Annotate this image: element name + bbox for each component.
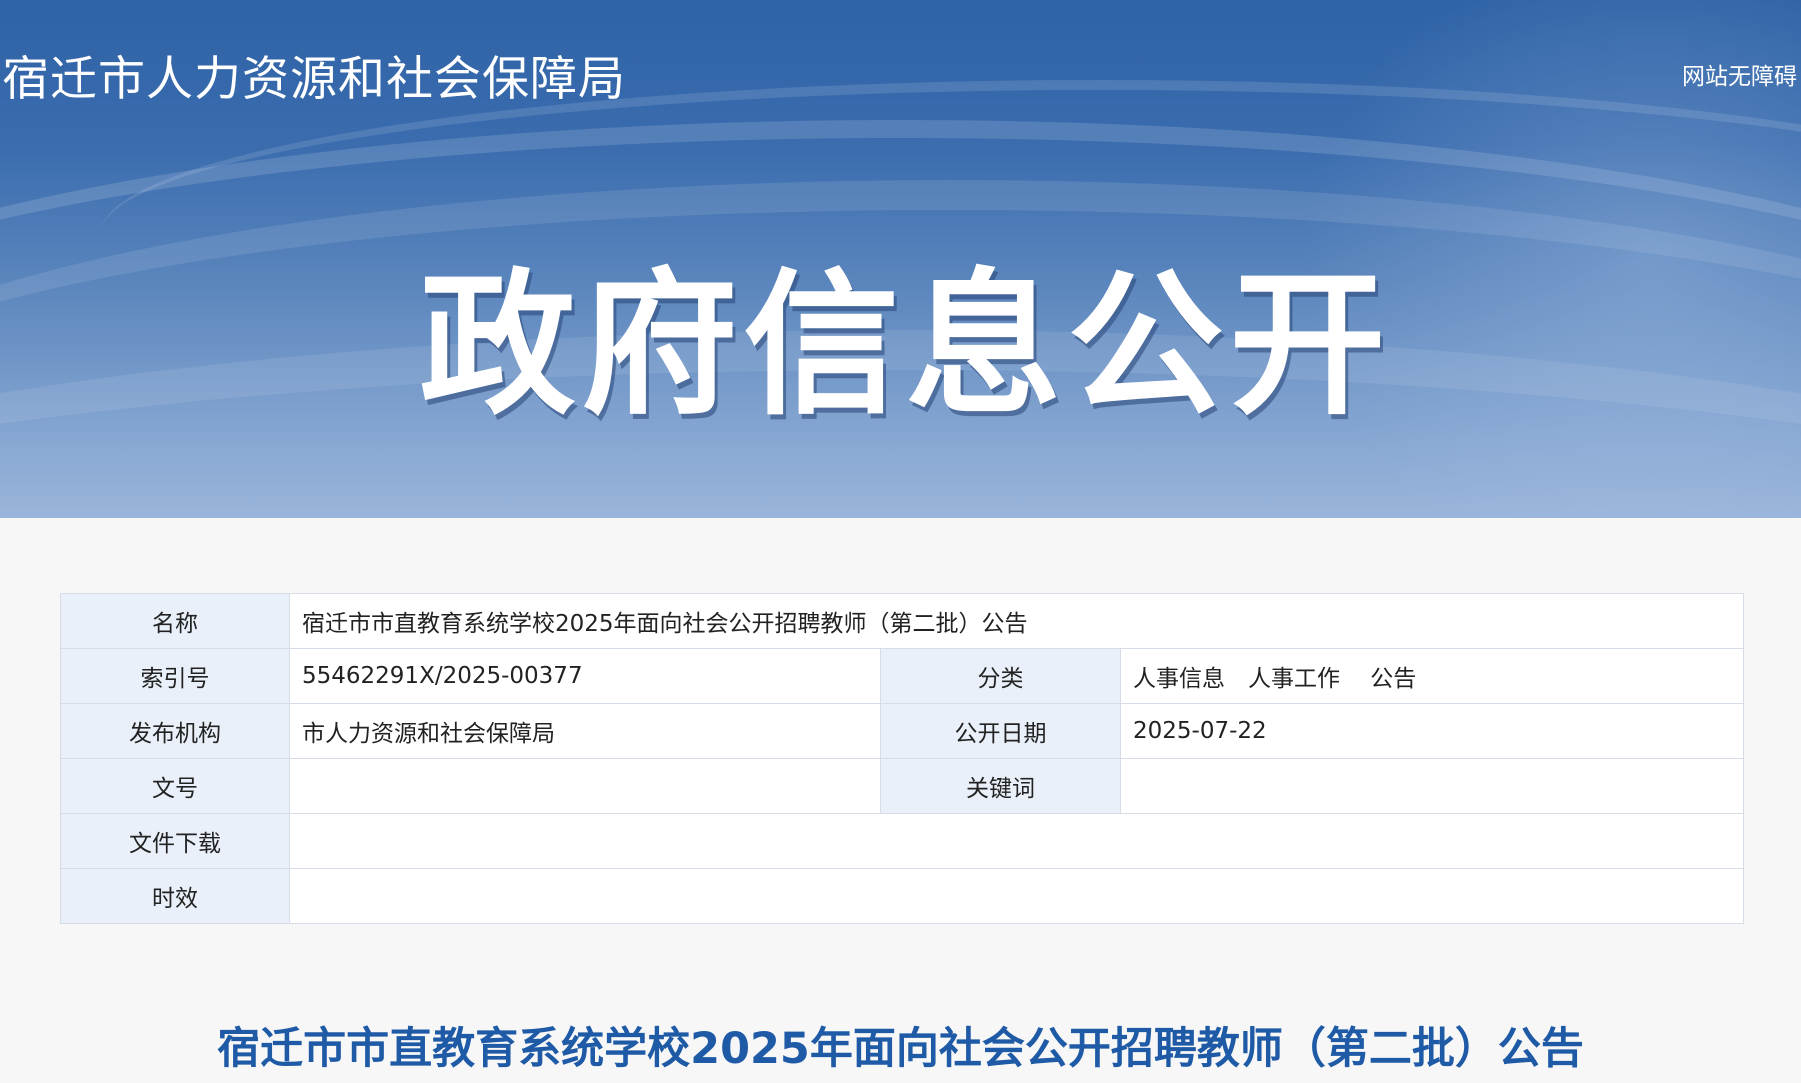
index-label: 索引号 [60, 648, 290, 704]
file-download-label: 文件下载 [60, 813, 290, 869]
validity-value [288, 868, 1745, 924]
table-row: 发布机构 市人力资源和社会保障局 公开日期 2025-07-22 [60, 703, 1745, 759]
keywords-label: 关键词 [880, 758, 1121, 814]
category-label: 分类 [880, 648, 1121, 704]
name-label: 名称 [60, 593, 290, 649]
publisher-label: 发布机构 [60, 703, 290, 759]
file-download-value[interactable] [288, 813, 1745, 869]
table-row: 索引号 55462291X/2025-00377 分类 人事信息 人事工作 公告 [60, 648, 1745, 704]
date-label: 公开日期 [880, 703, 1121, 759]
banner-heading: 政府信息公开 [419, 254, 1392, 436]
index-value: 55462291X/2025-00377 [289, 648, 881, 704]
accessibility-link[interactable]: 网站无障碍 [1682, 57, 1797, 91]
info-table: 名称 宿迁市市直教育系统学校2025年面向社会公开招聘教师（第二批）公告 索引号… [60, 593, 1745, 924]
category-value: 人事信息 人事工作 公告 [1119, 648, 1745, 704]
name-value: 宿迁市市直教育系统学校2025年面向社会公开招聘教师（第二批）公告 [288, 593, 1745, 649]
banner: 宿迁市人力资源和社会保障局 网站无障碍 政府信息公开 [0, 0, 1801, 518]
site-title[interactable]: 宿迁市人力资源和社会保障局 [2, 40, 626, 109]
date-value: 2025-07-22 [1119, 703, 1745, 759]
table-row: 文号 关键词 [60, 758, 1745, 814]
table-row: 文件下载 [60, 813, 1745, 869]
content-area: 名称 宿迁市市直教育系统学校2025年面向社会公开招聘教师（第二批）公告 索引号… [4, 518, 1801, 1083]
keywords-value [1119, 758, 1745, 814]
article-title: 宿迁市市直教育系统学校2025年面向社会公开招聘教师（第二批）公告 [217, 1024, 1584, 1074]
publisher-value: 市人力资源和社会保障局 [289, 703, 881, 759]
table-row: 名称 宿迁市市直教育系统学校2025年面向社会公开招聘教师（第二批）公告 [60, 593, 1745, 649]
validity-label: 时效 [60, 868, 290, 924]
doc-number-value [289, 758, 881, 814]
table-row: 时效 [60, 868, 1745, 924]
doc-number-label: 文号 [60, 758, 290, 814]
